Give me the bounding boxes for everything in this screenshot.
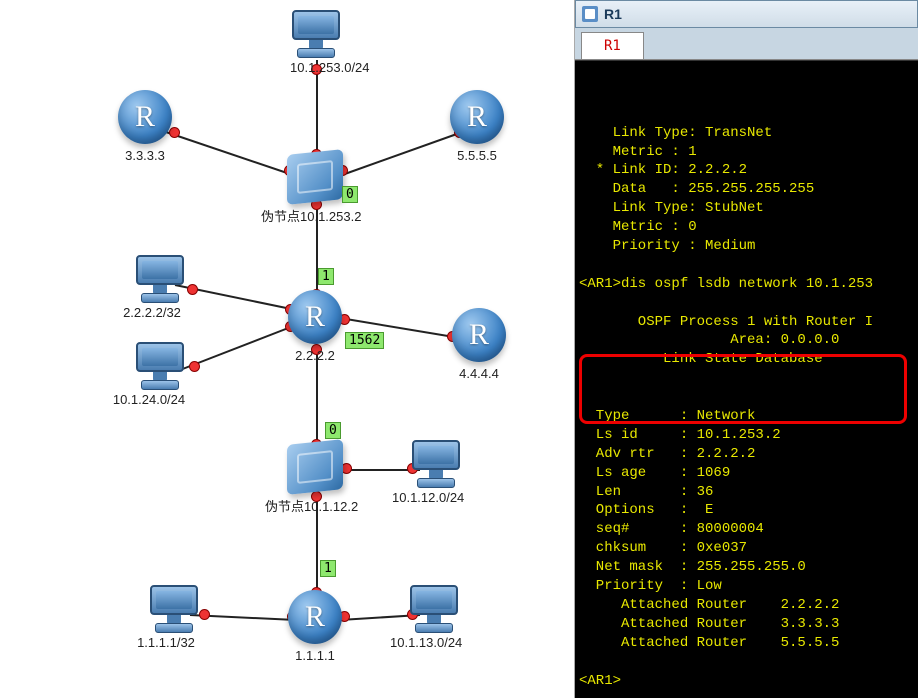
router-2-2-2-2[interactable]: R 2.2.2.2	[288, 290, 342, 363]
terminal-line: Metric : 0	[579, 218, 914, 237]
router-icon: R	[450, 90, 504, 144]
port-dot	[188, 285, 197, 294]
terminal-line: Ls id : 10.1.253.2	[579, 426, 914, 445]
window-title-text: R1	[604, 6, 622, 22]
pc-icon	[148, 585, 200, 631]
host-label: 10.1.24.0/24	[112, 392, 186, 407]
terminal-line	[579, 369, 914, 388]
router-icon: R	[452, 308, 506, 362]
terminal-line: chksum : 0xe037	[579, 539, 914, 558]
terminal-tab[interactable]: R1	[581, 32, 644, 59]
host-label: 1.1.1.1/32	[132, 635, 200, 650]
terminal-line: Link Type: TransNet	[579, 124, 914, 143]
terminal-app-icon	[582, 6, 598, 22]
link-metric-badge: 0	[325, 422, 341, 439]
switch-12[interactable]: 伪节点10.1.12.2	[287, 442, 358, 515]
pc-icon	[134, 255, 186, 301]
terminal-tabbar: R1	[575, 28, 918, 60]
router-label: 1.1.1.1	[288, 648, 342, 663]
host-label: 10.1.12.0/24	[392, 490, 464, 505]
router-label: 5.5.5.5	[450, 148, 504, 163]
pc-icon	[290, 10, 342, 56]
host-label: 10.1.13.0/24	[390, 635, 462, 650]
host-10-1-24-0[interactable]: 10.1.24.0/24	[134, 342, 186, 407]
terminal-line: Ls age : 1069	[579, 464, 914, 483]
switch-label: 伪节点10.1.253.2	[261, 206, 361, 225]
switch-icon	[287, 439, 343, 495]
host-2-2-2-2-32[interactable]: 2.2.2.2/32	[134, 255, 186, 320]
link-metric-badge: 0	[342, 186, 358, 203]
terminal-line: Adv rtr : 2.2.2.2	[579, 445, 914, 464]
router-glyph: R	[305, 300, 325, 334]
router-label: 2.2.2.2	[288, 348, 342, 363]
host-10-1-253-0[interactable]: 10.1.253.0/24	[290, 10, 370, 75]
router-5-5-5-5[interactable]: R 5.5.5.5	[450, 90, 504, 163]
terminal-output[interactable]: Link Type: TransNet Metric : 1 * Link ID…	[575, 60, 918, 698]
router-icon: R	[288, 590, 342, 644]
terminal-line: Metric : 1	[579, 143, 914, 162]
terminal-line: seq# : 80000004	[579, 520, 914, 539]
host-10-1-12-0[interactable]: 10.1.12.0/24	[410, 440, 464, 505]
host-1-1-1-1-32[interactable]: 1.1.1.1/32	[148, 585, 200, 650]
terminal-line: <AR1>dis ospf lsdb network 10.1.253	[579, 275, 914, 294]
terminal-line: Attached Router 3.3.3.3	[579, 615, 914, 634]
terminal-line: <AR1>	[579, 672, 914, 691]
router-label: 3.3.3.3	[118, 148, 172, 163]
host-10-1-13-0[interactable]: 10.1.13.0/24	[408, 585, 462, 650]
terminal-line	[579, 653, 914, 672]
host-label: 2.2.2.2/32	[118, 305, 186, 320]
terminal-line: Len : 36	[579, 483, 914, 502]
terminal-line: Area: 0.0.0.0	[579, 331, 914, 350]
link-metric-badge: 1	[320, 560, 336, 577]
terminal-line: Attached Router 5.5.5.5	[579, 634, 914, 653]
terminal-line: Type : Network	[579, 407, 914, 426]
terminal-line: Data : 255.255.255.255	[579, 180, 914, 199]
router-glyph: R	[135, 100, 155, 134]
terminal-line: Priority : Medium	[579, 237, 914, 256]
terminal-line: Priority : Low	[579, 577, 914, 596]
terminal-line	[579, 256, 914, 275]
link-metric-badge: 1562	[345, 332, 384, 349]
router-4-4-4-4[interactable]: R 4.4.4.4	[452, 308, 506, 381]
terminal-line: Link Type: StubNet	[579, 199, 914, 218]
switch-icon	[287, 149, 343, 205]
port-dot	[200, 610, 209, 619]
terminal-line: Attached Router 2.2.2.2	[579, 596, 914, 615]
router-glyph: R	[469, 318, 489, 352]
router-glyph: R	[305, 600, 325, 634]
router-icon: R	[288, 290, 342, 344]
topology-canvas: 10.1.253.0/24 R 3.3.3.3 R 5.5.5.5 伪节点10.…	[0, 0, 575, 698]
window-titlebar[interactable]: R1	[575, 0, 918, 28]
terminal-line: Net mask : 255.255.255.0	[579, 558, 914, 577]
pc-icon	[134, 342, 186, 388]
terminal-window: R1 R1 Link Type: TransNet Metric : 1 * L…	[575, 0, 918, 698]
link-metric-badge: 1	[318, 268, 334, 285]
router-icon: R	[118, 90, 172, 144]
router-label: 4.4.4.4	[452, 366, 506, 381]
terminal-line: * Link ID: 2.2.2.2	[579, 161, 914, 180]
terminal-line: OSPF Process 1 with Router I	[579, 313, 914, 332]
terminal-line	[579, 294, 914, 313]
switch-label: 伪节点10.1.12.2	[265, 496, 358, 515]
pc-icon	[408, 585, 460, 631]
pc-icon	[410, 440, 462, 486]
router-glyph: R	[467, 100, 487, 134]
router-1-1-1-1[interactable]: R 1.1.1.1	[288, 590, 342, 663]
router-3-3-3-3[interactable]: R 3.3.3.3	[118, 90, 172, 163]
host-label: 10.1.253.0/24	[290, 60, 370, 75]
port-dot	[190, 362, 199, 371]
terminal-line: Link State Database	[579, 350, 914, 369]
terminal-line	[579, 388, 914, 407]
terminal-line: Options : E	[579, 501, 914, 520]
